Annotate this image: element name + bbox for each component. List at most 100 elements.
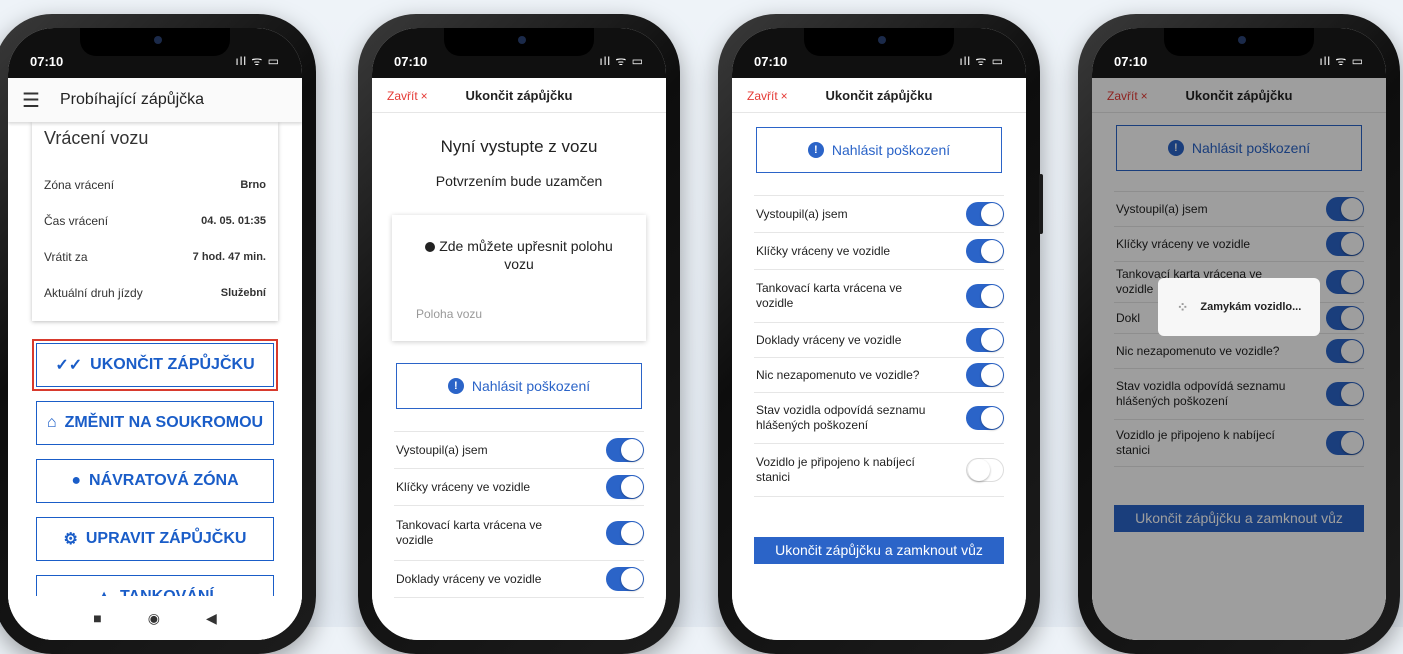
toggle-row: Nic nezapomenuto ve vozidle? [754, 357, 1004, 392]
notch [80, 28, 230, 56]
edit-rental-button[interactable]: ⚙ UPRAVIT ZÁPŮJČKU [36, 517, 274, 561]
button-label: Nahlásit poškození [471, 378, 591, 394]
location-input[interactable]: Poloha vozu [416, 307, 622, 321]
toggle-label: Doklady vráceny ve vozidle [396, 571, 542, 586]
toggle-row: Klíčky vráceny ve vozidle [754, 232, 1004, 269]
card-title: Vrácení vozu [44, 128, 149, 148]
toggle-switch[interactable] [966, 363, 1004, 387]
report-damage-button[interactable]: ! Nahlásit poškození [396, 363, 642, 409]
info-value: 04. 05. 01:35 [201, 215, 266, 227]
close-icon: × [780, 88, 788, 103]
toggle-label: Vystoupil(a) jsem [756, 206, 848, 221]
info-value: Služební [220, 287, 266, 299]
close-button[interactable]: Zavřít × [744, 88, 788, 103]
toggle-switch[interactable] [966, 406, 1004, 430]
toggle-switch[interactable] [606, 438, 644, 462]
phone-2: 07:10 ıll ᯤ ▭ Zavřít × Ukončit zápůjčku N… [358, 14, 680, 654]
toggle-label: Nic nezapomenuto ve vozidle? [756, 367, 920, 382]
report-damage-button[interactable]: ! Nahlásit poškození [756, 127, 1002, 173]
toggle-row: Stav vozidla odpovídá seznamu hlášených … [754, 392, 1004, 443]
button-label: UPRAVIT ZÁPŮJČKU [85, 530, 247, 547]
info-key: Vrátit za [44, 250, 88, 264]
home-circle-icon[interactable]: ◉ [148, 610, 160, 627]
exit-heading: Nyní vystupte z vozu [440, 137, 598, 156]
status-time: 07:10 [754, 54, 788, 69]
signal-wifi-battery-icon: ıll ᯤ ▭ [959, 54, 1004, 68]
status-time: 07:10 [30, 54, 64, 69]
status-bar: 07:10 ıll ᯤ ▭ [1092, 28, 1386, 78]
return-zone-button[interactable]: ● NÁVRATOVÁ ZÓNA [36, 459, 274, 503]
close-label: Zavřít [747, 88, 778, 103]
close-button[interactable]: Zavřít × [384, 88, 428, 103]
info-value: 7 hod. 47 min. [192, 251, 266, 263]
toggle-switch[interactable] [606, 475, 644, 499]
side-button [1039, 174, 1043, 234]
button-label: ZMĚNIT NA SOUKROMOU [64, 414, 264, 431]
info-row: Aktuální druh jízdy Služební [44, 275, 266, 311]
app-bar: ☰ Probíhající zápůjčka [8, 78, 302, 122]
button-label: UKONČIT ZÁPŮJČKU [90, 356, 255, 373]
loading-overlay [1092, 78, 1386, 640]
modal-header: Zavřít × Ukončit zápůjčku [732, 78, 1026, 113]
checklist: Vystoupil(a) jsem Klíčky vráceny ve vozi… [394, 431, 644, 598]
screen-1: 07:10 ıll ᯤ ▭ ☰ Probíhající zápůjčka Vrá… [8, 28, 302, 640]
change-to-private-button[interactable]: ⌂ ZMĚNIT NA SOUKROMOU [36, 401, 274, 445]
toggle-row: Vozidlo je připojeno k nabíjecí stanici [754, 443, 1004, 497]
double-check-icon: ✓✓ [55, 357, 83, 374]
phone-4: 07:10 ıll ᯤ ▭ Zavřít × Ukončit zápůjčku !… [1078, 14, 1400, 654]
status-bar: 07:10 ıll ᯤ ▭ [372, 28, 666, 78]
toggle-row: Vystoupil(a) jsem [394, 431, 644, 468]
toggle-row: Doklady vráceny ve vozidle [394, 560, 644, 598]
notch [1164, 28, 1314, 56]
toggle-label: Tankovací karta vrácena ve vozidle [396, 518, 543, 547]
toggle-row: Klíčky vráceny ve vozidle [394, 468, 644, 505]
notch [804, 28, 954, 56]
submit-lock-button[interactable]: Ukončit zápůjčku a zamknout vůz [754, 537, 1004, 564]
toggle-switch[interactable] [966, 328, 1004, 352]
toggle-switch[interactable] [966, 239, 1004, 263]
toggle-label: Doklady vráceny ve vozidle [756, 332, 902, 347]
phone-1: 07:10 ıll ᯤ ▭ ☰ Probíhající zápůjčka Vrá… [0, 14, 316, 654]
info-key: Aktuální druh jízdy [44, 286, 143, 300]
android-nav-bar: ■ ◉ ◀ [8, 596, 302, 640]
location-pin-icon: ● [71, 472, 82, 489]
status-time: 07:10 [1114, 54, 1148, 69]
close-label: Zavřít [387, 88, 418, 103]
toggle-switch[interactable] [606, 567, 644, 591]
toggle-switch[interactable] [966, 458, 1004, 482]
signal-wifi-battery-icon: ıll ᯤ ▭ [1319, 54, 1364, 68]
loading-dialog: ⁘ Zamykám vozidlo... [1158, 278, 1320, 336]
back-icon[interactable]: ◀ [206, 610, 217, 627]
screen-2: 07:10 ıll ᯤ ▭ Zavřít × Ukončit zápůjčku N… [372, 28, 666, 640]
location-hint: Zde můžete upřesnit polohu vozu [439, 238, 613, 272]
recent-apps-icon[interactable]: ■ [93, 610, 101, 626]
toggle-label: Vozidlo je připojeno k nabíjecí stanici [756, 455, 915, 484]
location-box[interactable]: Zde můžete upřesnit polohu vozu Poloha v… [392, 215, 646, 341]
button-label: NÁVRATOVÁ ZÓNA [89, 472, 239, 489]
page-title: Probíhající zápůjčka [60, 91, 205, 108]
status-time: 07:10 [394, 54, 428, 69]
toggle-row: Tankovací karta vrácena ve vozidle [754, 269, 1004, 322]
notch [444, 28, 594, 56]
signal-wifi-battery-icon: ıll ᯤ ▭ [599, 54, 644, 68]
toggle-label: Tankovací karta vrácena ve vozidle [756, 281, 903, 310]
toggle-switch[interactable] [966, 202, 1004, 226]
spinner-icon: ⁘ [1176, 298, 1189, 315]
target-icon [425, 242, 436, 252]
toggle-label: Klíčky vráceny ve vozidle [756, 243, 891, 258]
signal-wifi-battery-icon: ıll ᯤ ▭ [235, 54, 280, 68]
exclamation-icon: ! [807, 142, 824, 158]
checklist: Vystoupil(a) jsem Klíčky vráceny ve vozi… [754, 195, 1004, 497]
toggle-row: Vystoupil(a) jsem [754, 195, 1004, 232]
gear-icon: ⚙ [63, 531, 78, 548]
screen-4: 07:10 ıll ᯤ ▭ Zavřít × Ukončit zápůjčku !… [1092, 28, 1386, 640]
phone-3: 07:10 ıll ᯤ ▭ Zavřít × Ukončit zápůjčku !… [718, 14, 1043, 654]
close-icon: × [420, 88, 428, 103]
end-rental-button[interactable]: ✓✓ UKONČIT ZÁPŮJČKU [32, 339, 278, 391]
info-row: Vrátit za 7 hod. 47 min. [44, 239, 266, 275]
info-value: Brno [240, 179, 266, 191]
modal-header: Zavřít × Ukončit zápůjčku [372, 78, 666, 113]
toggle-switch[interactable] [606, 521, 644, 545]
toggle-switch[interactable] [966, 284, 1004, 308]
menu-icon[interactable]: ☰ [22, 88, 48, 113]
